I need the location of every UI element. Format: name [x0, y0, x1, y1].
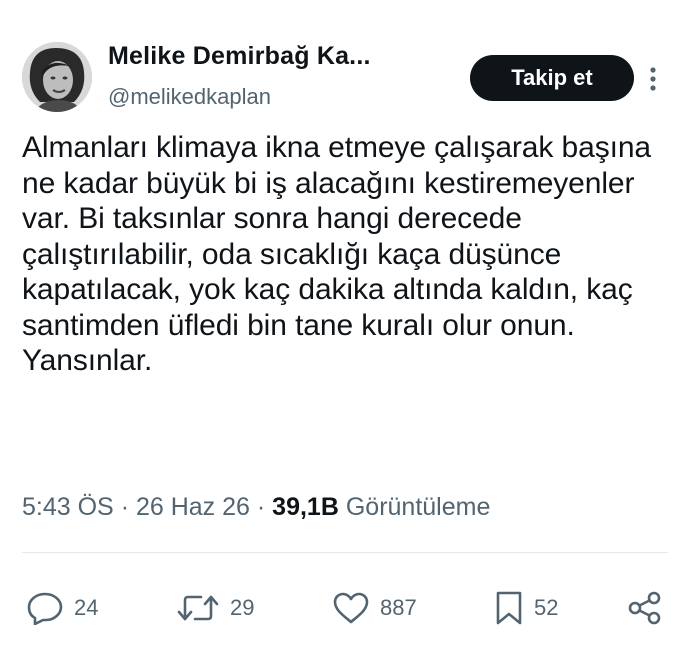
bookmark-button[interactable]: 52	[494, 588, 558, 628]
views-label: Görüntüleme	[345, 493, 491, 521]
views-count: 39,1B	[272, 493, 339, 521]
bookmark-icon	[496, 591, 522, 625]
like-count: 887	[380, 595, 417, 620]
divider	[22, 552, 668, 553]
follow-button[interactable]: Takip et	[470, 55, 634, 101]
tweet-date[interactable]: 26 Haz 26	[136, 493, 250, 521]
reply-icon	[27, 592, 63, 625]
share-icon	[628, 591, 661, 625]
retweet-button[interactable]: 29	[176, 588, 254, 628]
display-name[interactable]: Melike Demirbağ Ka...	[108, 42, 371, 71]
meta-separator: ·	[120, 493, 130, 521]
tweet-time[interactable]: 5:43 ÖS	[22, 493, 114, 521]
retweet-count: 29	[230, 595, 255, 620]
bookmark-count: 52	[534, 595, 559, 620]
heart-icon	[333, 592, 369, 624]
user-handle[interactable]: @melikedkaplan	[108, 84, 271, 110]
tweet-text: Almanları klimaya ikna etmeye çalışarak …	[22, 131, 652, 377]
reply-count: 24	[74, 595, 99, 620]
reply-button[interactable]: 24	[26, 588, 98, 628]
meta-separator: ·	[256, 493, 266, 521]
share-button[interactable]	[626, 588, 664, 628]
like-button[interactable]: 887	[332, 588, 417, 628]
avatar[interactable]	[22, 42, 92, 112]
avatar-photo	[22, 42, 92, 112]
retweet-icon	[177, 595, 219, 621]
more-options-icon[interactable]	[646, 64, 660, 94]
tweet-meta: 5:43 ÖS · 26 Haz 26 · 39,1B Görüntüleme	[22, 493, 490, 522]
